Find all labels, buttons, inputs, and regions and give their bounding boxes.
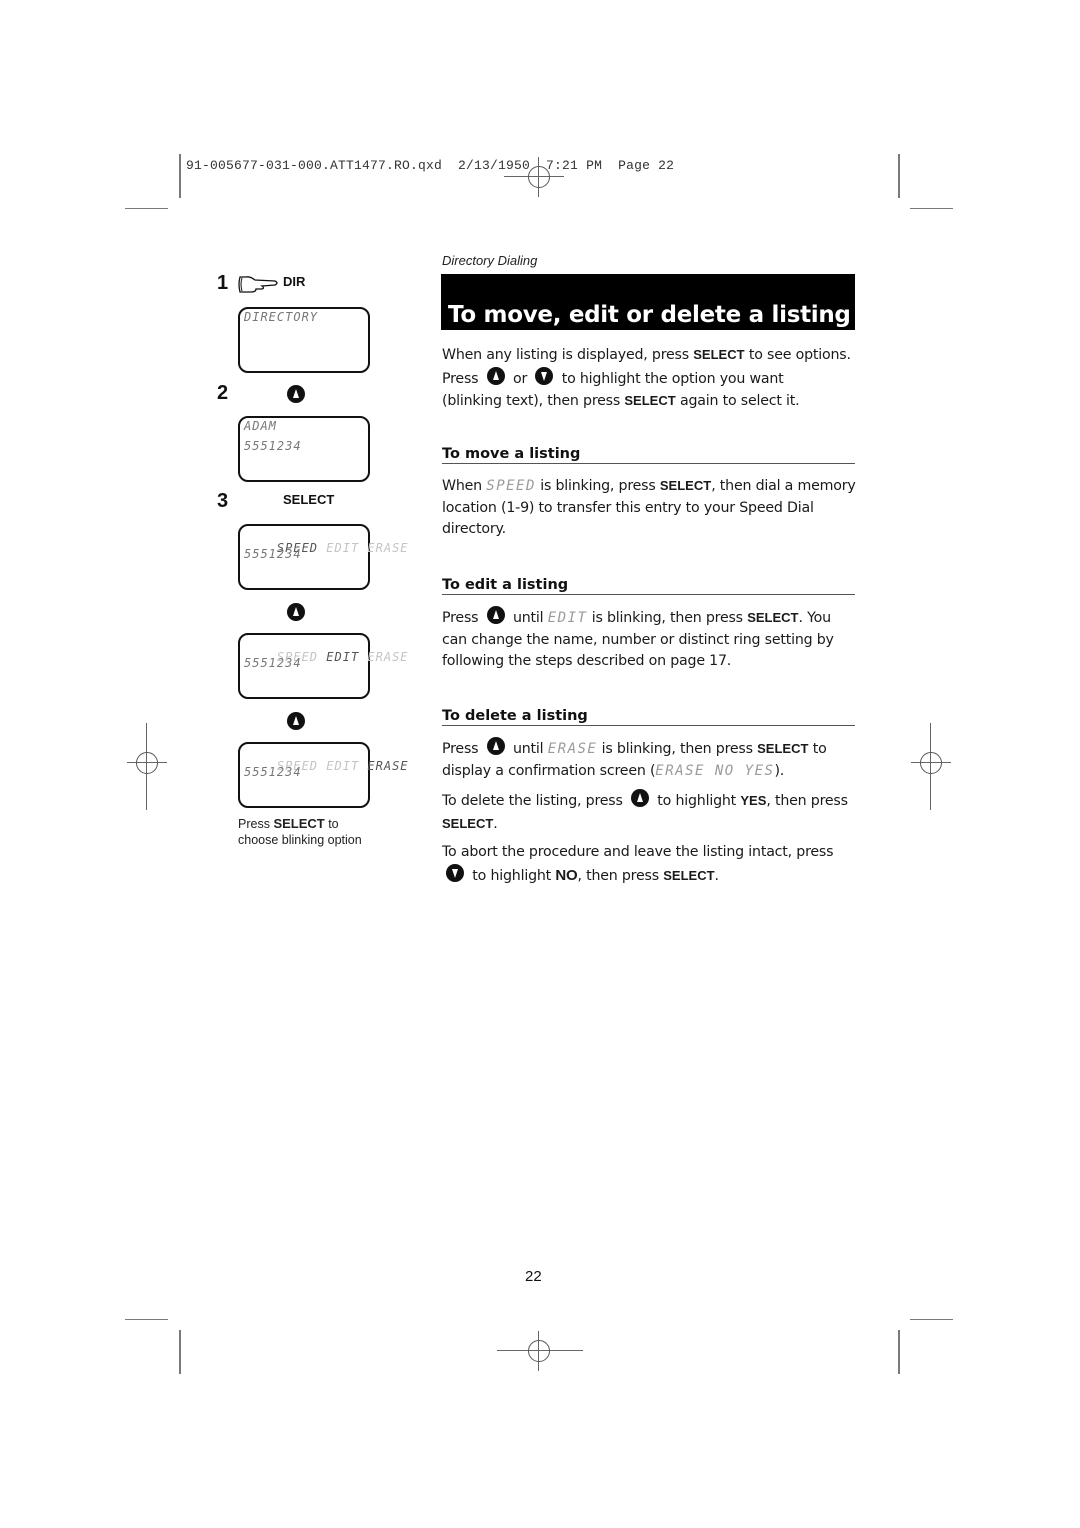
- caption-text: choose blinking option: [238, 833, 362, 847]
- lcd-screen-options-erase: SPEED EDIT ERASE 5551234: [238, 742, 408, 808]
- text: until: [508, 610, 548, 626]
- text: To abort the procedure and leave the lis…: [442, 844, 834, 860]
- page-number: 22: [525, 1268, 542, 1285]
- text: to see options.: [744, 347, 851, 363]
- lcd-screen-listing: ADAM 5551234: [238, 416, 370, 482]
- step-number-2: 2: [217, 382, 229, 404]
- up-arrow-button-icon: [486, 606, 505, 624]
- caption-text: to: [324, 817, 339, 831]
- section-tag: Directory Dialing: [442, 253, 538, 268]
- text: is blinking, press: [535, 478, 660, 494]
- key-name: SELECT: [757, 741, 809, 756]
- delete-paragraph-3: To abort the procedure and leave the lis…: [442, 842, 858, 887]
- text: to highlight: [653, 793, 741, 809]
- text: ).: [774, 762, 785, 779]
- lcd-line-2: 5551234: [244, 656, 302, 670]
- crop-mark: [125, 1319, 168, 1320]
- up-arrow-button-icon: [631, 789, 649, 807]
- text: (blinking text), then press: [442, 393, 625, 409]
- lcd-screen-options-edit: SPEED EDIT ERASE 5551234: [238, 633, 408, 699]
- up-arrow-button-icon: [287, 712, 305, 730]
- delete-paragraph-2: To delete the listing, press to highligh…: [442, 789, 858, 835]
- text: Press: [442, 741, 483, 757]
- text: or: [508, 370, 532, 387]
- lcd-line-2: 5551234: [244, 439, 302, 453]
- lcd-line-2: 5551234: [244, 547, 302, 561]
- registration-mark-bottom: [497, 1331, 583, 1371]
- lcd-option-edit: EDIT: [326, 650, 360, 664]
- text: , then press: [766, 793, 848, 809]
- text: again to select it.: [675, 393, 800, 409]
- lcd-line-1: DIRECTORY: [244, 310, 319, 324]
- key-name: YES: [740, 793, 767, 808]
- text: until: [508, 741, 548, 757]
- title-bar: To move, edit or delete a listing: [441, 274, 855, 330]
- caption-key: SELECT: [273, 816, 325, 831]
- lcd-option-erase: ERASE: [367, 759, 409, 773]
- crop-mark: [898, 1330, 900, 1374]
- subheading-delete: To delete a listing: [442, 708, 855, 726]
- subheading-edit: To edit a listing: [442, 577, 855, 595]
- key-name: SELECT: [747, 610, 799, 625]
- registration-mark-right: [911, 723, 951, 810]
- key-name: SELECT: [693, 347, 745, 362]
- text: is blinking, then press: [597, 741, 758, 757]
- pointing-hand-icon: [238, 276, 278, 293]
- edit-paragraph: Press until EDIT is blinking, then press…: [442, 606, 858, 673]
- delete-paragraph-1: Press until ERASE is blinking, then pres…: [442, 737, 858, 782]
- select-key-label: SELECT: [283, 492, 335, 507]
- crop-mark: [898, 154, 900, 198]
- lcd-screen-options-speed: SPEED EDIT ERASE 5551234: [238, 524, 408, 590]
- crop-mark: [910, 1319, 953, 1320]
- key-name: SELECT: [659, 478, 712, 493]
- crop-mark: [125, 208, 168, 209]
- subheading-move: To move a listing: [442, 446, 855, 464]
- up-arrow-button-icon: [486, 737, 505, 755]
- text: When any listing is displayed, press: [442, 347, 694, 363]
- text: to highlight the option you want: [557, 370, 784, 387]
- up-arrow-button-icon: [486, 366, 505, 385]
- lcd-text: SPEED: [486, 478, 536, 494]
- move-paragraph: When SPEED is blinking, press SELECT, th…: [442, 475, 858, 541]
- lcd-option-edit: EDIT: [326, 541, 360, 555]
- down-arrow-button-icon: [535, 366, 554, 385]
- step-number-1: 1: [217, 272, 229, 294]
- text: When: [442, 478, 487, 494]
- lcd-line-2: 5551234: [244, 765, 302, 779]
- intro-paragraph: When any listing is displayed, press SEL…: [442, 344, 858, 413]
- lcd-option-edit: EDIT: [326, 759, 360, 773]
- text: to highlight: [468, 867, 556, 884]
- registration-mark-left: [127, 723, 167, 810]
- up-arrow-button-icon: [287, 603, 305, 621]
- lcd-option-erase: ERASE: [367, 650, 409, 664]
- text: To delete the listing, press: [442, 793, 627, 809]
- lcd-option-erase: ERASE: [367, 541, 409, 555]
- key-name: SELECT: [442, 815, 494, 831]
- text: .: [714, 867, 720, 884]
- text: Press: [442, 370, 483, 387]
- left-caption: Press SELECT to choose blinking option: [238, 816, 378, 848]
- lcd-text: EDIT: [547, 610, 588, 626]
- caption-text: Press: [238, 817, 274, 831]
- key-name: NO: [555, 866, 578, 884]
- dir-key-label: DIR: [283, 274, 306, 289]
- lcd-text: ERASE: [547, 741, 598, 757]
- step-number-3: 3: [217, 490, 229, 512]
- print-slug-line: 91-005677-031-000.ATT1477.RO.qxd 2/13/19…: [186, 158, 675, 173]
- crop-mark: [910, 208, 953, 209]
- up-arrow-button-icon: [287, 385, 305, 403]
- text: is blinking, then press: [587, 610, 748, 626]
- text: .: [493, 815, 498, 832]
- key-name: SELECT: [624, 393, 676, 408]
- lcd-text: ERASE NO YES: [655, 762, 775, 779]
- key-name: SELECT: [663, 867, 715, 883]
- lcd-screen-directory: DIRECTORY: [238, 307, 370, 373]
- crop-mark: [179, 154, 181, 198]
- down-arrow-button-icon: [446, 863, 464, 882]
- text: , then press: [577, 867, 664, 884]
- lcd-line-1: ADAM: [244, 419, 277, 433]
- page-title: To move, edit or delete a listing: [448, 302, 851, 328]
- crop-mark: [179, 1330, 181, 1374]
- text: Press: [442, 610, 483, 626]
